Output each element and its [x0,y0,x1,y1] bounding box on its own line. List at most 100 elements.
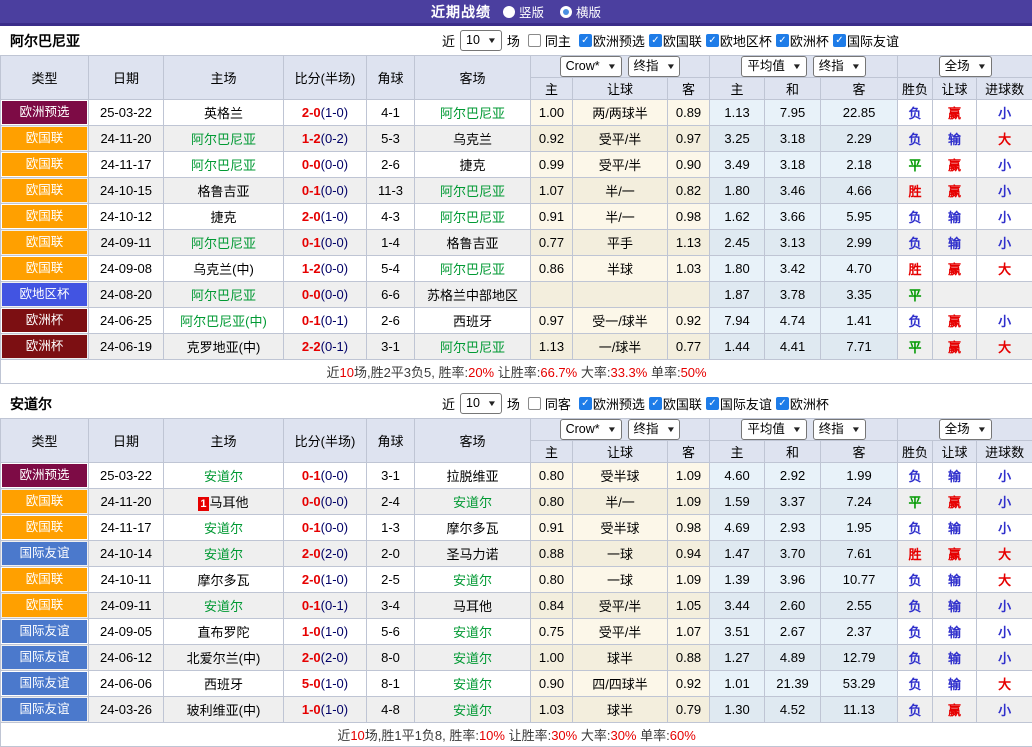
summary-row: 近10场,胜2平3负5, 胜率:20% 让胜率:66.7% 大率:33.3% 单… [1,360,1032,384]
team-name: 阿尔巴尼亚 [191,158,256,173]
summary-text: 近 [337,728,350,743]
cell-away-odds: 1.03 [668,256,710,282]
cell-avg-draw: 2.67 [765,619,821,645]
competition-badge: 国际友谊 [2,542,87,565]
cell-handicap-result: 输 [933,593,977,619]
cell-away-team: 拉脱维亚 [415,463,531,489]
competition-filter-checkbox[interactable]: ✓欧洲杯 [776,394,829,413]
avg-final-odds-select[interactable]: 终指▼ [813,419,866,440]
cell-corners: 5-3 [367,126,415,152]
same-home-checkbox[interactable]: 同主 [528,31,571,50]
andorra-results-table: 类型 日期 主场 比分(半场) 角球 客场 Crow*▼终指▼ 平均值▼终指▼ … [0,418,1032,747]
team-name: 乌克兰(中) [193,262,254,277]
cell-score: 2-2(0-1) [284,334,367,360]
halftime-score: (1-0) [321,702,348,717]
fulltime-score: 0-0 [302,157,321,172]
competition-filter-checkbox[interactable]: ✓国际友谊 [833,31,899,50]
cell-away-team: 安道尔 [415,489,531,515]
same-away-checkbox[interactable]: 同客 [528,394,571,413]
column-header-score: 比分(半场) [284,56,367,100]
avg-final-odds-select[interactable]: 终指▼ [813,56,866,77]
cell-avg-home: 1.80 [710,178,765,204]
column-header-result: 胜负 [898,441,933,463]
competition-badge: 国际友谊 [2,672,87,695]
halftime-score: (0-0) [321,183,348,198]
cell-away-team: 阿尔巴尼亚 [415,334,531,360]
cell-avg-home: 1.80 [710,256,765,282]
chevron-down-icon: ▼ [487,395,497,412]
match-count-select[interactable]: 10 ▼ [460,393,502,414]
cell-competition: 欧国联 [1,126,89,152]
competition-filter-checkbox[interactable]: ✓国际友谊 [706,394,772,413]
cell-avg-away: 4.70 [821,256,898,282]
radio-horizontal-layout[interactable]: 横版 [560,2,601,21]
competition-badge: 欧国联 [2,205,87,228]
average-select[interactable]: 平均值▼ [741,56,806,77]
team-name: 西班牙 [453,314,492,329]
column-header-avg-draw: 和 [765,441,821,463]
summary-text: 大率: [577,728,610,743]
chevron-down-icon: ▼ [606,421,616,438]
odds-company-select[interactable]: Crow*▼ [560,419,622,440]
cell-home-team: 安道尔 [164,515,284,541]
team-name: 阿尔巴尼亚 [440,106,505,121]
cell-avg-home: 1.39 [710,567,765,593]
fulltime-score: 0-0 [302,287,321,302]
match-count-select[interactable]: 10 ▼ [460,30,502,51]
cell-home-team: 北爱尔兰(中) [164,645,284,671]
chevron-down-icon: ▼ [851,421,861,438]
cell-handicap: 一球 [573,541,668,567]
summary-text: 单率: [647,365,680,380]
result-group-header: 全场▼ [898,419,1032,441]
competition-filter-checkbox[interactable]: ✓欧国联 [649,31,702,50]
halftime-score: (0-0) [321,494,348,509]
cell-corners: 3-4 [367,593,415,619]
cell-avg-home: 1.59 [710,489,765,515]
cell-avg-away: 2.37 [821,619,898,645]
halftime-score: (0-2) [321,131,348,146]
cell-away-team: 乌克兰 [415,126,531,152]
cell-corners: 2-6 [367,152,415,178]
cell-away-odds: 0.77 [668,334,710,360]
team-name: 安道尔 [204,547,243,562]
final-odds-select[interactable]: 终指▼ [628,419,681,440]
cell-goals-result: 小 [977,463,1032,489]
cell-away-team: 阿尔巴尼亚 [415,100,531,126]
cell-home-team: 阿尔巴尼亚 [164,152,284,178]
cell-away-team: 格鲁吉亚 [415,230,531,256]
team-name: 捷克 [459,158,485,173]
cell-goals-result: 小 [977,230,1032,256]
cell-result: 负 [898,645,933,671]
competition-filter-checkbox[interactable]: ✓欧洲预选 [579,394,645,413]
halftime-score: (1-0) [321,676,348,691]
average-select[interactable]: 平均值▼ [741,419,806,440]
competition-filter-checkbox[interactable]: ✓欧洲预选 [579,31,645,50]
full-match-select[interactable]: 全场▼ [939,56,992,77]
team-name: 阿尔巴尼亚 [440,262,505,277]
team-name: 安道尔 [453,703,492,718]
cell-result: 负 [898,308,933,334]
table-row: 国际友谊24-03-26玻利维亚(中)1-0(1-0)4-8安道尔1.03球半0… [1,697,1032,723]
competition-filter-checkbox[interactable]: ✓欧国联 [649,394,702,413]
red-card-badge: 1 [198,497,208,511]
cell-score: 2-0(1-0) [284,204,367,230]
competition-filter-checkbox[interactable]: ✓欧洲杯 [776,31,829,50]
full-match-select[interactable]: 全场▼ [939,419,992,440]
cell-handicap: 受平/半 [573,593,668,619]
cell-avg-away: 7.24 [821,489,898,515]
radio-vertical-layout[interactable]: 竖版 [503,2,544,21]
fulltime-score: 1-0 [302,702,321,717]
cell-home-odds: 0.80 [531,489,573,515]
radio-label: 竖版 [519,2,544,21]
column-header-avg-home: 主 [710,78,765,100]
cell-competition: 国际友谊 [1,697,89,723]
result-group-header: 全场▼ [898,56,1032,78]
final-odds-select[interactable]: 终指▼ [628,56,681,77]
team-name: 乌克兰 [453,132,492,147]
cell-avg-away: 11.13 [821,697,898,723]
cell-home-odds: 1.00 [531,645,573,671]
competition-filter-checkbox[interactable]: ✓欧地区杯 [706,31,772,50]
cell-score: 0-0(0-0) [284,152,367,178]
cell-score: 2-0(1-0) [284,567,367,593]
odds-company-select[interactable]: Crow*▼ [560,56,622,77]
